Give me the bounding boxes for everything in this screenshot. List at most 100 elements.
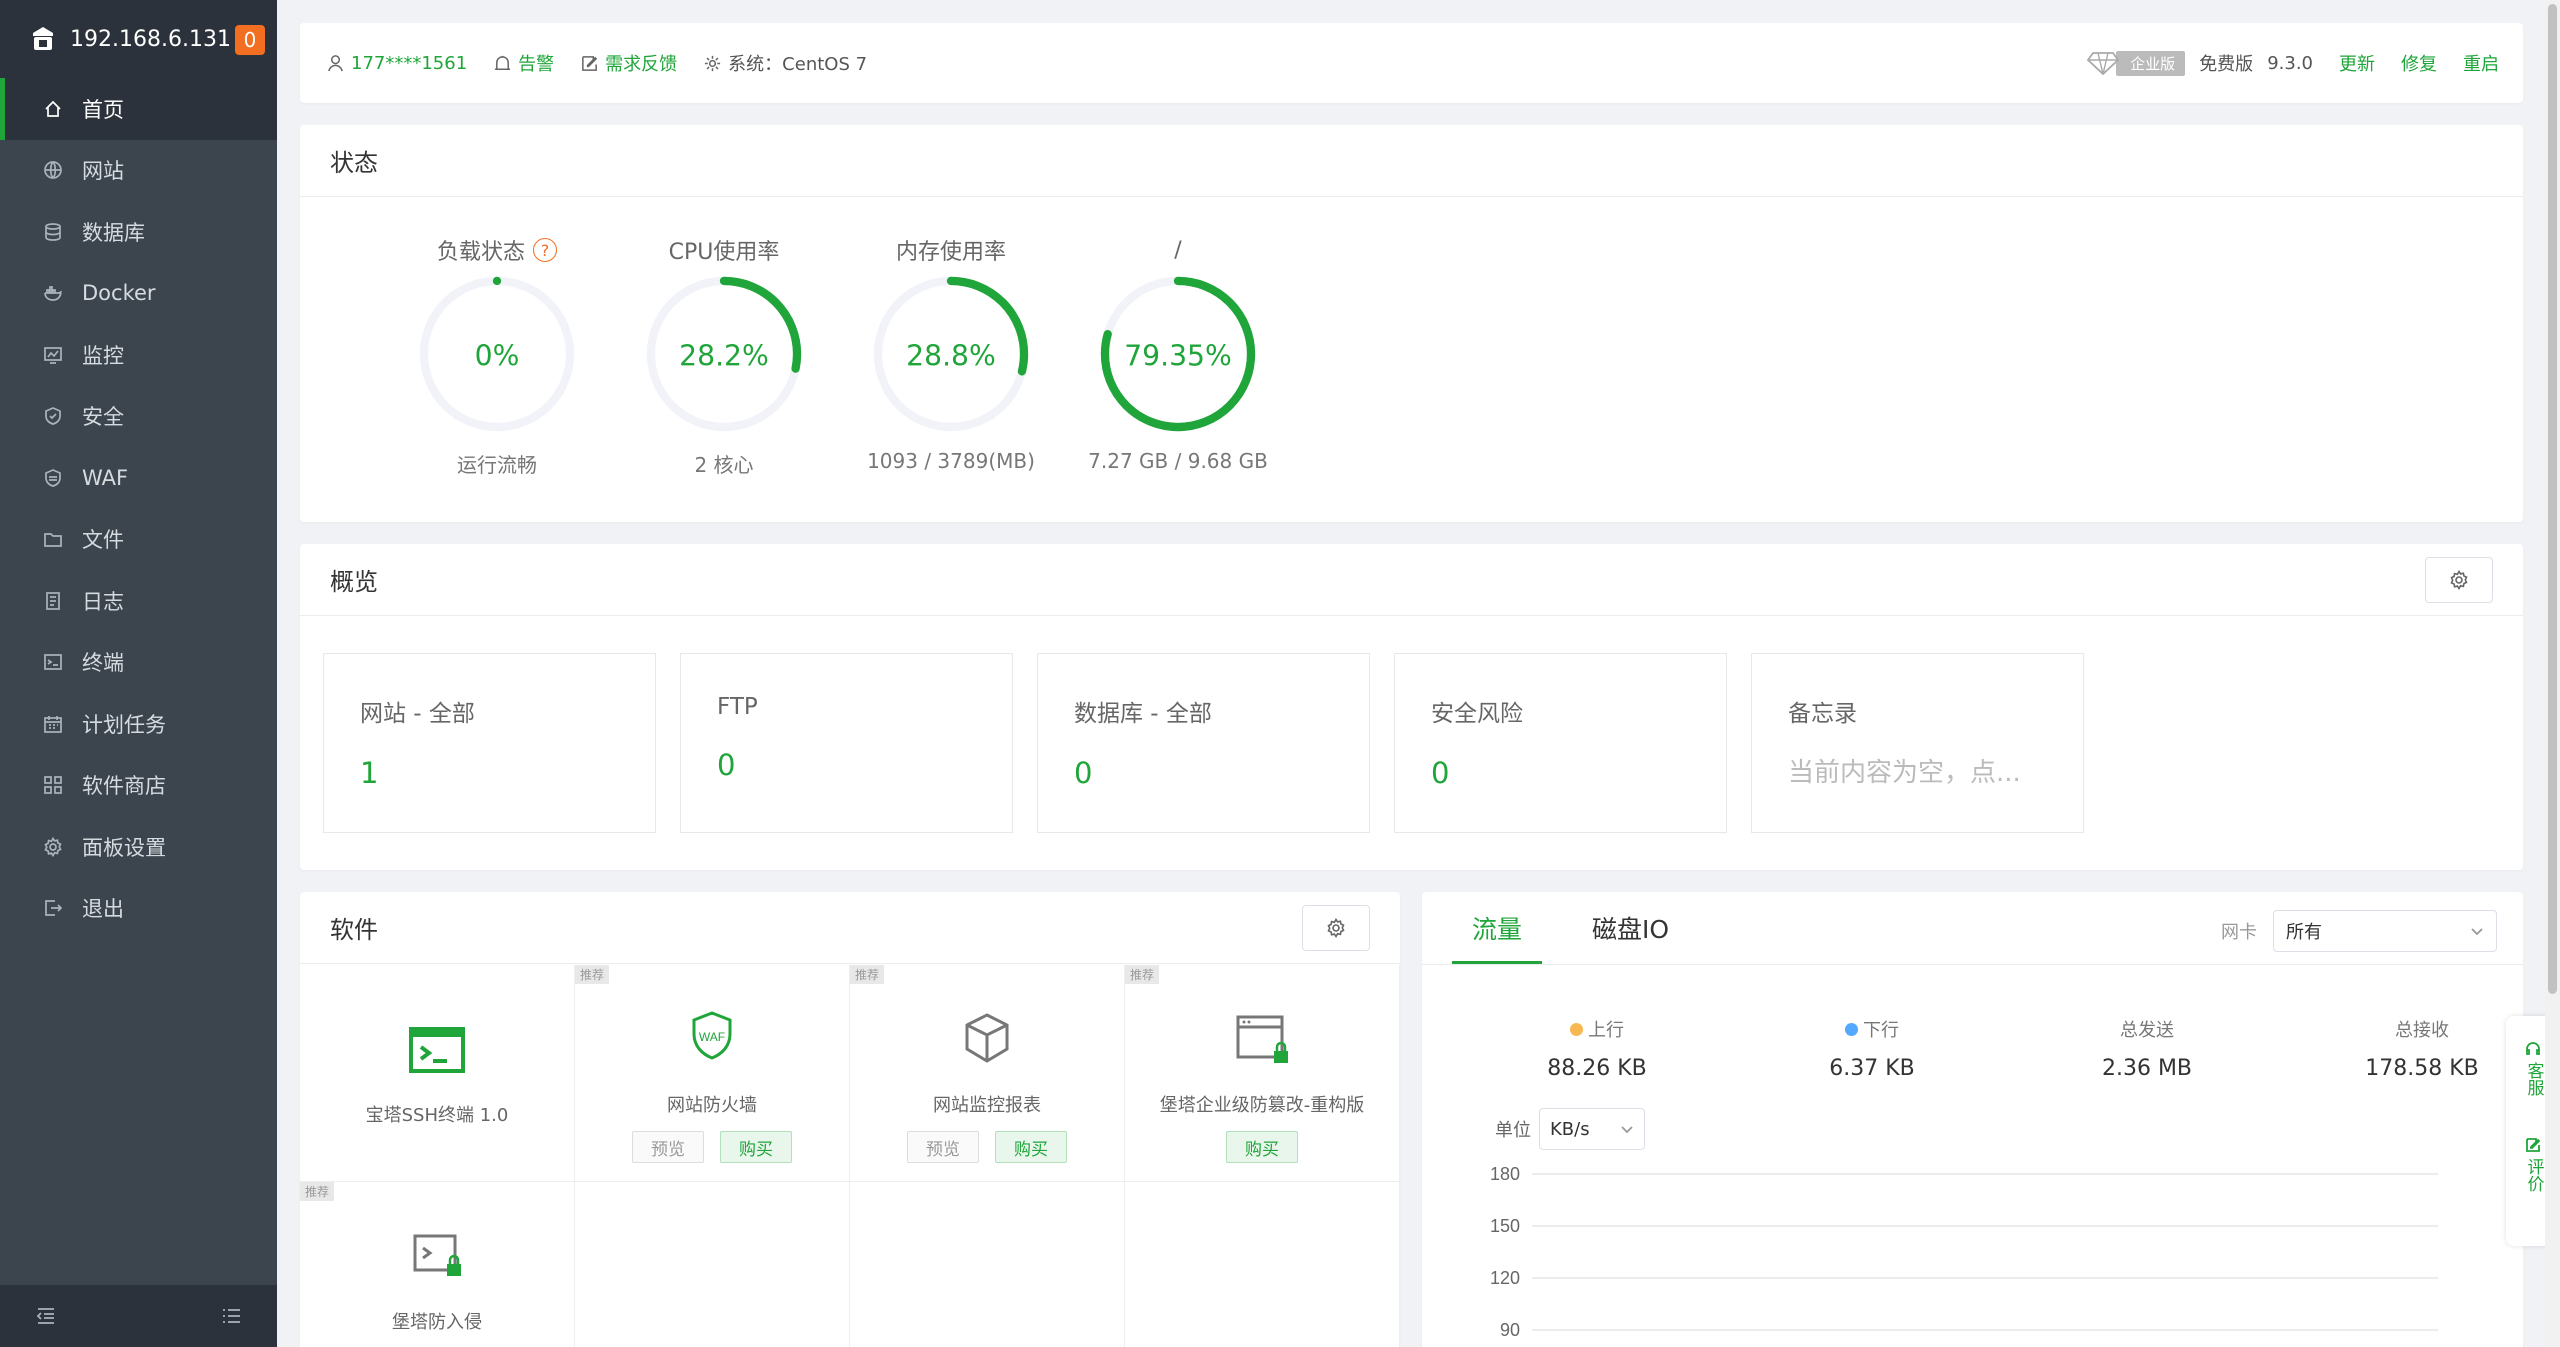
enterprise-badge[interactable]: 企业版 (2086, 50, 2186, 76)
waf-icon: WAF (692, 1011, 732, 1060)
home-icon (42, 98, 64, 120)
ssh-terminal-icon (409, 1027, 465, 1073)
logout-icon (42, 897, 64, 919)
gauge-label-text: / (1174, 237, 1182, 263)
alert-link[interactable]: 告警 (493, 50, 554, 76)
status-panel: 状态 负载状态? 0% 运行流畅 CPU使用率 28.2% 2 核心 内存使用率 28.8% 1… (300, 125, 2523, 522)
buy-button[interactable]: 购买 (1226, 1131, 1298, 1163)
page-scrollbar[interactable] (2545, 0, 2560, 1347)
overview-box-1[interactable]: FTP 0 (680, 653, 1013, 833)
waf-shield-icon (42, 467, 64, 489)
preview-button[interactable]: 预览 (907, 1131, 979, 1163)
feedback-link[interactable]: 需求反馈 (580, 50, 677, 76)
sidebar-item-0[interactable]: 首页 (0, 78, 277, 140)
overview-value: 0 (1074, 756, 1093, 790)
sidebar-item-1[interactable]: 网站 (0, 140, 277, 202)
sidebar-item-13[interactable]: 退出 (0, 878, 277, 940)
gauge-value: 28.2% (679, 340, 769, 373)
sidebar-item-label: WAF (82, 465, 129, 490)
sidebar-item-12[interactable]: 面板设置 (0, 816, 277, 878)
software-actions: 购买 (1125, 1131, 1399, 1163)
buy-button[interactable]: 购买 (995, 1131, 1067, 1163)
sidebar-item-9[interactable]: 终端 (0, 632, 277, 694)
software-cell[interactable]: 宝塔SSH终端 1.0 (300, 965, 575, 1182)
update-link[interactable]: 更新 (2339, 50, 2375, 76)
sidebar-item-5[interactable]: 安全 (0, 386, 277, 448)
system-gear-icon (705, 55, 721, 71)
software-actions: 预览 购买 (850, 1131, 1124, 1163)
software-settings-button[interactable] (1302, 905, 1370, 951)
overview-title-text: 概览 (330, 568, 378, 596)
overview-label: 数据库 - 全部 (1074, 701, 1212, 727)
intrusion-lock-icon (413, 1234, 461, 1276)
sidebar-item-label: 数据库 (82, 220, 145, 245)
collapse-menu-icon[interactable] (35, 1305, 57, 1327)
overview-box-0[interactable]: 网站 - 全部 1 (323, 653, 656, 833)
software-cell[interactable]: 推荐 WAF 网站防火墙 预览 购买 (575, 965, 850, 1182)
gauge-2[interactable]: 内存使用率 28.8% 1093 / 3789(MB) (831, 233, 1071, 473)
rate-button[interactable]: 评价 (2524, 1136, 2544, 1192)
preview-button[interactable]: 预览 (632, 1131, 704, 1163)
overview-value: 0 (1431, 756, 1450, 790)
sidebar-item-label: 网站 (82, 159, 124, 184)
overview-title: 概览 (300, 544, 2523, 616)
overview-settings-button[interactable] (2425, 557, 2493, 603)
edition-label: 免费版 (2199, 54, 2254, 75)
traffic-panel: 流量 磁盘IO 网卡 所有 上行 88.26 KB 下行 6.37 KB 总发送 2.36… (1422, 892, 2523, 1347)
recommend-tag: 推荐 (1125, 965, 1160, 984)
enterprise-tag: 企业版 (2116, 50, 2186, 76)
gauge-value: 28.8% (906, 340, 996, 373)
gauge-sub: 2 核心 (694, 453, 754, 477)
gauge-label-text: CPU使用率 (668, 240, 780, 265)
help-icon[interactable]: ? (533, 238, 557, 262)
sidebar-item-2[interactable]: 数据库 (0, 201, 277, 263)
sidebar-item-7[interactable]: 文件 (0, 509, 277, 571)
gauge-3[interactable]: / 79.35% 7.27 GB / 9.68 GB (1058, 233, 1298, 474)
overview-box-3[interactable]: 安全风险 0 (1394, 653, 1727, 833)
user-account: 177****1561 (351, 52, 468, 74)
software-name: 堡塔防入侵 (392, 1312, 482, 1333)
restart-link[interactable]: 重启 (2463, 50, 2499, 76)
software-title-text: 软件 (330, 916, 378, 944)
software-cell (1125, 1182, 1400, 1347)
sidebar-item-6[interactable]: WAF (0, 447, 277, 509)
gauge-sub: 7.27 GB / 9.68 GB (1088, 449, 1268, 473)
edit-icon (582, 55, 598, 71)
monitor-icon (42, 344, 64, 366)
memo-label: 备忘录 (1788, 701, 1857, 727)
software-title: 软件 (300, 892, 1400, 964)
customer-service-label: 客服 (2523, 1062, 2544, 1096)
software-actions: 预览 购买 (575, 1131, 849, 1163)
y-tick-label: 150 (1490, 1216, 1520, 1236)
bt-logo-icon (33, 27, 53, 50)
gauge-ring: 79.35% (1100, 276, 1256, 432)
buy-button[interactable]: 购买 (720, 1131, 792, 1163)
repair-link[interactable]: 修复 (2401, 50, 2437, 76)
software-cell[interactable]: 推荐堡塔防入侵购买 (300, 1182, 575, 1347)
customer-service-button[interactable]: 客服 (2523, 1040, 2544, 1096)
gauge-value: 79.35% (1124, 340, 1232, 373)
notification-badge[interactable]: 0 (235, 25, 265, 55)
sidebar-item-label: 计划任务 (82, 712, 166, 737)
user-link[interactable]: 177****1561 (326, 53, 467, 74)
sidebar-item-label: Docker (82, 281, 156, 306)
gauge-label: / (1058, 233, 1298, 267)
memo-box[interactable]: 备忘录 当前内容为空，点... (1751, 653, 2084, 833)
overview-box-2[interactable]: 数据库 - 全部 0 (1037, 653, 1370, 833)
software-cell[interactable]: 推荐 堡塔企业级防篡改-重构版 购买 (1125, 965, 1400, 1182)
sidebar-item-3[interactable]: Docker (0, 263, 277, 325)
software-cell[interactable]: 推荐 网站监控报表 预览 购买 (850, 965, 1125, 1182)
gauge-1[interactable]: CPU使用率 28.2% 2 核心 (604, 233, 844, 478)
sidebar-item-label: 日志 (82, 589, 124, 614)
scrollbar-thumb[interactable] (2548, 4, 2557, 994)
main-content: 177****1561 告警 需求反馈 系统：CentOS 7 企业版 免费版 … (277, 0, 2560, 1347)
list-menu-icon[interactable] (220, 1305, 242, 1327)
software-cell (850, 1182, 1125, 1347)
gauge-0[interactable]: 负载状态? 0% 运行流畅 (377, 233, 617, 478)
software-name: 网站监控报表 (933, 1095, 1041, 1116)
server-header[interactable]: 192.168.6.131 0 (0, 0, 277, 78)
sidebar-item-4[interactable]: 监控 (0, 324, 277, 386)
sidebar-item-11[interactable]: 软件商店 (0, 755, 277, 817)
sidebar-item-10[interactable]: 计划任务 (0, 693, 277, 755)
sidebar-item-8[interactable]: 日志 (0, 570, 277, 632)
